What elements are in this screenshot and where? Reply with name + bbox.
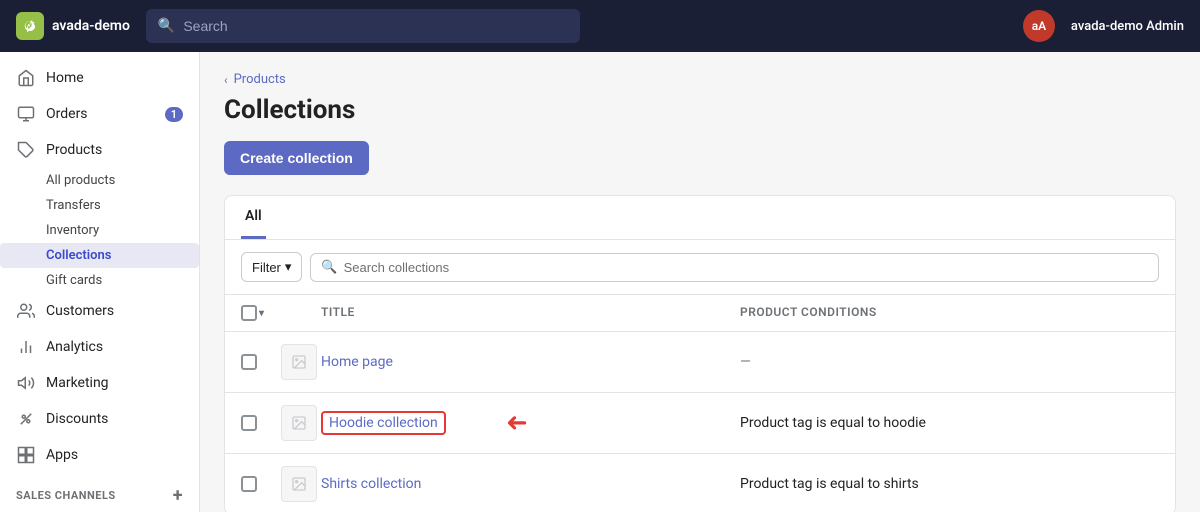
collection-link-home[interactable]: Home page xyxy=(321,354,393,370)
checkbox-all[interactable] xyxy=(241,305,257,321)
breadcrumb[interactable]: ‹ Products xyxy=(224,72,1176,87)
sidebar-sub-gift-cards[interactable]: Gift cards xyxy=(0,268,199,293)
sidebar-item-orders[interactable]: Orders 1 xyxy=(0,96,199,132)
sidebar-label-marketing: Marketing xyxy=(46,375,109,391)
collection-link-hoodie[interactable]: Hoodie collection xyxy=(321,411,446,435)
collection-link-shirts[interactable]: Shirts collection xyxy=(321,476,421,492)
sidebar-item-marketing[interactable]: Marketing xyxy=(0,365,199,401)
table-row: Hoodie collection ➜ Product tag is equal… xyxy=(225,393,1175,454)
row-image-hoodie xyxy=(281,405,317,441)
sidebar-item-analytics[interactable]: Analytics xyxy=(0,329,199,365)
sidebar-label-home: Home xyxy=(46,70,84,86)
search-input[interactable] xyxy=(183,18,568,34)
products-icon xyxy=(16,140,36,160)
table-row: Home page — xyxy=(225,332,1175,393)
top-nav: avada-demo 🔍 aA avada-demo Admin xyxy=(0,0,1200,52)
create-collection-button[interactable]: Create collection xyxy=(224,141,369,175)
select-dropdown-icon[interactable]: ▾ xyxy=(259,308,265,319)
row-image-shirts xyxy=(281,466,317,502)
sidebar-item-apps[interactable]: Apps xyxy=(0,437,199,473)
col-title: Title xyxy=(321,305,740,321)
breadcrumb-label: Products xyxy=(234,72,286,87)
sidebar: Home Orders 1 Products All products Tran… xyxy=(0,52,200,512)
table-row: Shirts collection Product tag is equal t… xyxy=(225,454,1175,512)
sidebar-label-discounts: Discounts xyxy=(46,411,108,427)
row-conditions-hoodie: Product tag is equal to hoodie xyxy=(740,415,1159,431)
tabs-bar: All xyxy=(225,196,1175,240)
layout: Home Orders 1 Products All products Tran… xyxy=(0,52,1200,512)
breadcrumb-arrow: ‹ xyxy=(224,73,228,87)
brand[interactable]: avada-demo xyxy=(16,12,130,40)
search-icon: 🔍 xyxy=(158,18,175,34)
customers-icon xyxy=(16,301,36,321)
filter-label: Filter xyxy=(252,260,281,275)
discounts-icon xyxy=(16,409,36,429)
row-conditions-shirts: Product tag is equal to shirts xyxy=(740,476,1159,492)
sidebar-item-customers[interactable]: Customers xyxy=(0,293,199,329)
search-collections-input[interactable] xyxy=(344,260,1148,275)
home-icon xyxy=(16,68,36,88)
marketing-icon xyxy=(16,373,36,393)
global-search[interactable]: 🔍 xyxy=(146,9,581,43)
sales-channels-title: SALES CHANNELS + xyxy=(0,473,199,510)
add-sales-channel-icon[interactable]: + xyxy=(173,485,183,506)
sidebar-label-analytics: Analytics xyxy=(46,339,103,355)
apps-icon xyxy=(16,445,36,465)
search-collections-icon: 🔍 xyxy=(321,260,337,275)
sidebar-sub-inventory[interactable]: Inventory xyxy=(0,218,199,243)
orders-badge: 1 xyxy=(165,107,183,122)
row-checkbox-home[interactable] xyxy=(241,354,281,370)
orders-icon xyxy=(16,104,36,124)
sidebar-label-products: Products xyxy=(46,142,102,158)
sidebar-sub-all-products[interactable]: All products xyxy=(0,168,199,193)
table-header: ▾ Title Product conditions xyxy=(225,295,1175,332)
row-checkbox-hoodie[interactable] xyxy=(241,415,281,431)
red-arrow-annotation: ➜ xyxy=(506,408,528,438)
brand-name: avada-demo xyxy=(52,18,130,34)
row-conditions-home: — xyxy=(740,354,1159,370)
col-conditions: Product conditions xyxy=(740,305,1159,321)
row-checkbox-shirts[interactable] xyxy=(241,476,281,492)
sidebar-item-home[interactable]: Home xyxy=(0,60,199,96)
sidebar-sub-transfers[interactable]: Transfers xyxy=(0,193,199,218)
avatar[interactable]: aA xyxy=(1023,10,1055,42)
row-title-hoodie[interactable]: Hoodie collection ➜ xyxy=(321,408,740,438)
filter-bar: Filter ▾ 🔍 xyxy=(225,240,1175,295)
collections-card: All Filter ▾ 🔍 ▾ xyxy=(224,195,1176,512)
select-all-checkbox[interactable]: ▾ xyxy=(241,305,281,321)
row-title-home[interactable]: Home page xyxy=(321,354,740,370)
sidebar-item-discounts[interactable]: Discounts xyxy=(0,401,199,437)
tab-all[interactable]: All xyxy=(241,196,266,239)
analytics-icon xyxy=(16,337,36,357)
col-image xyxy=(281,305,321,321)
filter-dropdown-icon: ▾ xyxy=(285,259,292,275)
page-title: Collections xyxy=(224,95,1176,125)
sidebar-label-apps: Apps xyxy=(46,447,78,463)
shopify-icon xyxy=(16,12,44,40)
row-image-home xyxy=(281,344,317,380)
sidebar-label-orders: Orders xyxy=(46,106,88,122)
search-collections-input-wrapper[interactable]: 🔍 xyxy=(310,253,1159,282)
row-title-shirts[interactable]: Shirts collection xyxy=(321,476,740,492)
user-name: avada-demo Admin xyxy=(1071,19,1184,34)
sidebar-sub-collections[interactable]: Collections xyxy=(0,243,199,268)
sidebar-item-products[interactable]: Products xyxy=(0,132,199,168)
sidebar-label-customers: Customers xyxy=(46,303,114,319)
filter-button[interactable]: Filter ▾ xyxy=(241,252,302,282)
col-select: ▾ xyxy=(241,305,281,321)
main-content: ‹ Products Collections Create collection… xyxy=(200,52,1200,512)
